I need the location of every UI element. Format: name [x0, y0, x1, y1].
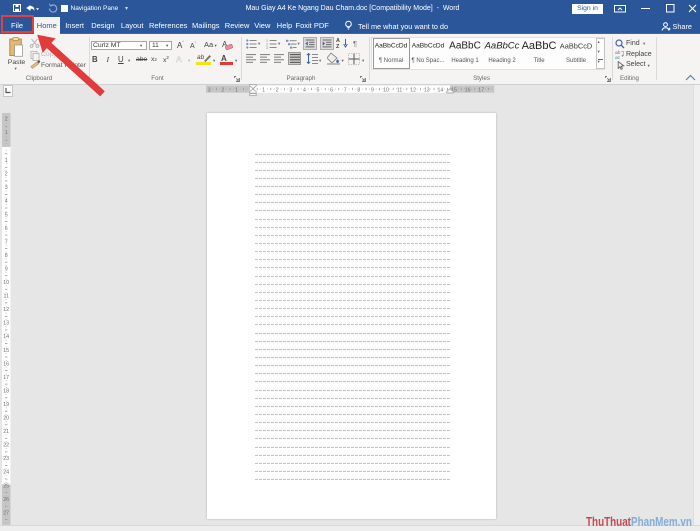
svg-text:12: 12: [3, 307, 9, 313]
svg-text:27: 27: [3, 510, 9, 516]
svg-text:24: 24: [3, 470, 9, 476]
svg-text:13: 13: [424, 87, 430, 93]
svg-text:10: 10: [3, 280, 9, 286]
svg-text:1: 1: [262, 87, 265, 93]
svg-text:2: 2: [276, 87, 279, 93]
svg-text:25: 25: [3, 483, 9, 489]
svg-text:22: 22: [3, 443, 9, 449]
svg-text:16: 16: [465, 87, 471, 93]
svg-text:19: 19: [3, 402, 9, 408]
svg-text:1: 1: [5, 130, 8, 136]
svg-text:11: 11: [3, 294, 9, 300]
svg-text:7: 7: [344, 87, 347, 93]
svg-text:12: 12: [410, 87, 416, 93]
svg-text:14: 14: [438, 87, 444, 93]
svg-text:2: 2: [221, 87, 224, 93]
svg-text:10: 10: [383, 87, 389, 93]
svg-text:1: 1: [5, 158, 8, 164]
svg-text:8: 8: [5, 253, 8, 259]
svg-text:11: 11: [397, 87, 402, 93]
svg-text:3: 3: [208, 87, 211, 93]
svg-text:14: 14: [3, 334, 9, 340]
svg-text:4: 4: [5, 199, 8, 205]
svg-text:ac: ac: [615, 56, 621, 59]
svg-text:4: 4: [303, 87, 306, 93]
svg-text:17: 17: [3, 375, 9, 381]
svg-text:18: 18: [3, 388, 9, 394]
svg-text:26: 26: [3, 497, 9, 503]
svg-text:9: 9: [5, 266, 8, 272]
svg-text:2: 2: [5, 172, 8, 178]
svg-text:9: 9: [371, 87, 374, 93]
svg-text:23: 23: [3, 456, 9, 462]
svg-text:5: 5: [5, 212, 8, 218]
svg-text:20: 20: [3, 416, 9, 422]
svg-text:1: 1: [235, 87, 238, 93]
svg-text:3: 3: [289, 87, 292, 93]
svg-text:17: 17: [478, 87, 484, 93]
svg-text:16: 16: [3, 361, 9, 367]
svg-text:5: 5: [317, 87, 320, 93]
svg-text:15: 15: [3, 348, 9, 354]
svg-text:21: 21: [3, 429, 9, 435]
svg-text:3: 3: [5, 185, 8, 191]
svg-text:6: 6: [5, 226, 8, 232]
svg-text:7: 7: [5, 239, 8, 245]
svg-text:8: 8: [357, 87, 360, 93]
svg-text:6: 6: [330, 87, 333, 93]
svg-text:3: 3: [266, 46, 268, 49]
svg-text:13: 13: [3, 321, 9, 327]
